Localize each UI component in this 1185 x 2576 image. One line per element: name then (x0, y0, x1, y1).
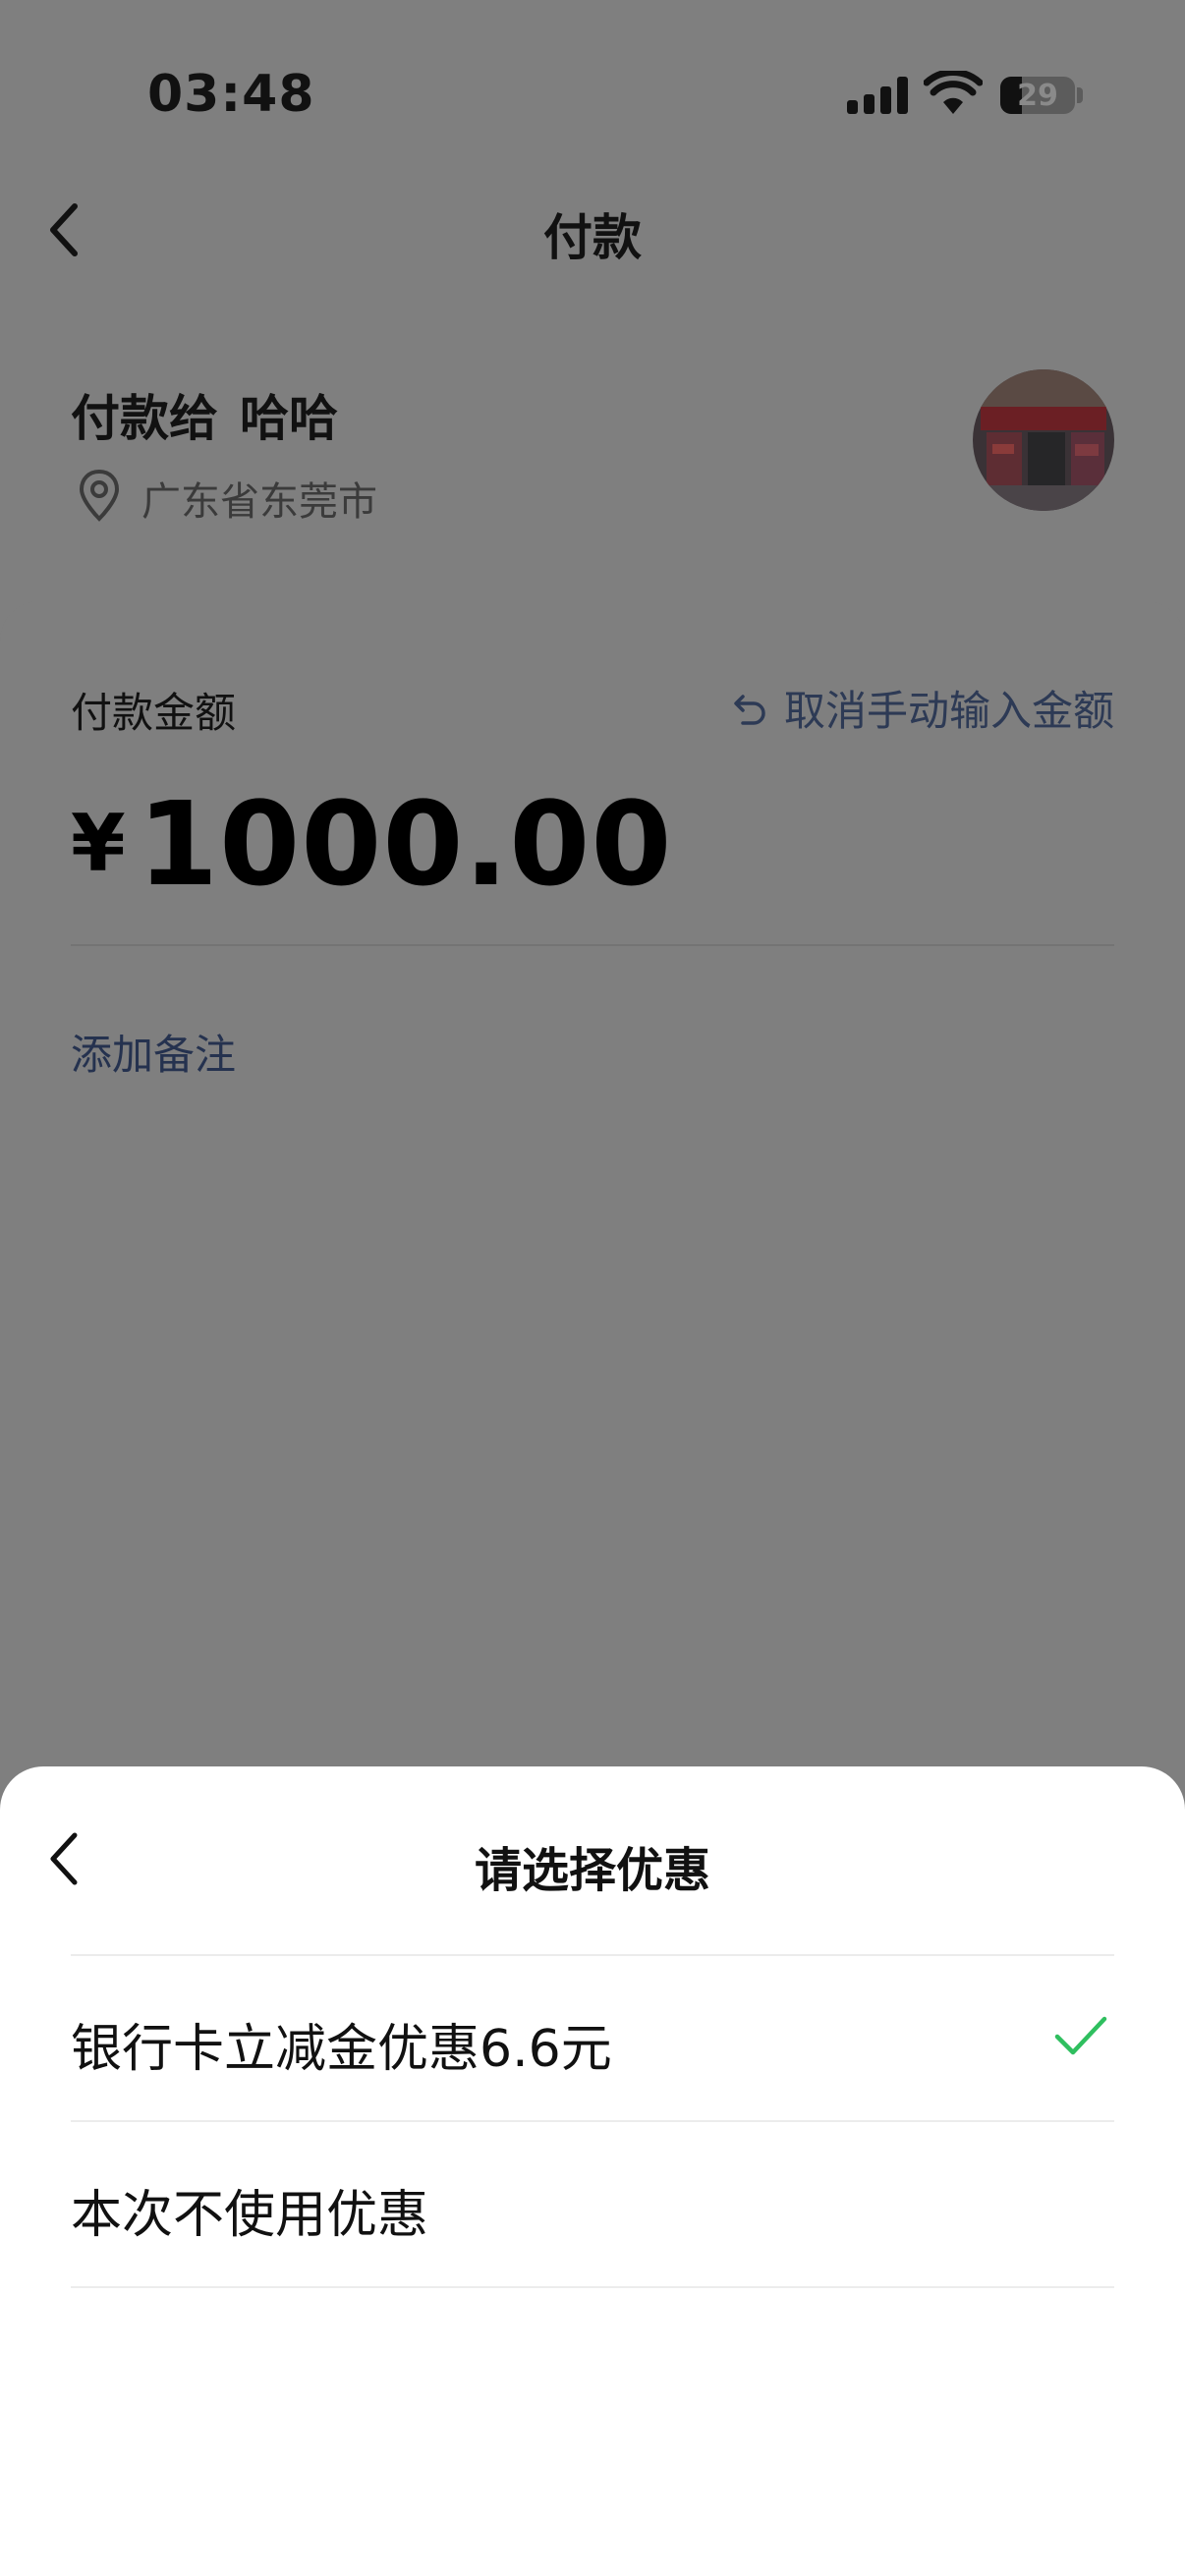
sheet-divider (71, 2286, 1114, 2288)
check-icon (1054, 2016, 1107, 2055)
battery-percentage: 29 (1017, 79, 1058, 113)
status-time: 03:48 (147, 65, 315, 124)
payee-header: 付款给 哈哈 (71, 379, 360, 450)
page-title: 付款 (543, 209, 642, 266)
add-remark-link[interactable]: 添加备注 (71, 1022, 236, 1082)
amount-divider (71, 944, 1114, 946)
discount-option-label: 银行卡立减金优惠6.6元 (71, 2020, 612, 2079)
cancel-manual-amount-link[interactable]: 取消手动输入金额 (731, 678, 1114, 738)
discount-option-none[interactable]: 本次不使用优惠 (71, 2122, 1114, 2285)
payee-location: 广东省东莞市 (141, 479, 377, 525)
discount-option-bank-card[interactable]: 银行卡立减金优惠6.6元 (71, 1956, 1114, 2119)
payee-name: 哈哈 (240, 390, 338, 447)
battery-icon: 29 (1000, 77, 1075, 114)
currency-symbol: ¥ (71, 798, 126, 889)
sheet-title: 请选择优惠 (474, 1843, 710, 1898)
amount-label: 付款金额 (71, 689, 237, 737)
battery-cap (1077, 87, 1083, 103)
discount-option-label: 本次不使用优惠 (71, 2186, 429, 2245)
map-pin-icon (79, 469, 120, 522)
payee-prefix: 付款给 (71, 390, 218, 447)
cellular-signal-icon (847, 77, 908, 114)
wifi-icon (924, 71, 983, 114)
cancel-manual-amount-label: 取消手动输入金额 (783, 687, 1114, 735)
merchant-avatar[interactable] (973, 369, 1114, 511)
payment-amount[interactable]: 1000.00 (138, 776, 672, 912)
undo-icon (734, 694, 765, 725)
